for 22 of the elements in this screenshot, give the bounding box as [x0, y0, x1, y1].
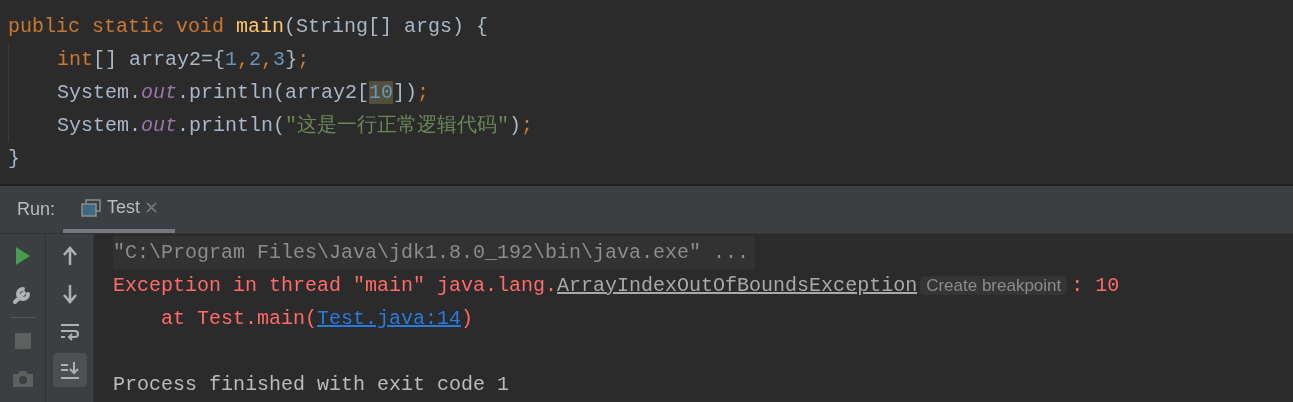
- arrow-up-icon: [61, 246, 78, 266]
- console-line: at Test.main(Test.java:14): [161, 306, 474, 332]
- scroll-to-end-icon: [59, 360, 80, 380]
- code-line: public static void main(String[] args) {: [7, 14, 489, 40]
- stop-icon: [14, 333, 31, 349]
- code-line: int[] array2={1,2,3};: [57, 47, 310, 73]
- soft-wrap-icon: [59, 322, 80, 342]
- code-line: }: [7, 146, 20, 172]
- console-icon: [81, 198, 101, 217]
- create-breakpoint-hint[interactable]: Create breakpoint: [920, 276, 1068, 295]
- arrow-down-icon: [61, 284, 78, 304]
- class-link[interactable]: ArrayIndexOutOfBoundsException: [557, 274, 918, 297]
- camera-icon: [11, 370, 34, 388]
- run-icon: [13, 246, 32, 266]
- run-label: Run:: [16, 199, 57, 220]
- close-icon[interactable]: [146, 202, 157, 213]
- code-line: System.out.println("这是一行正常逻辑代码");: [57, 113, 534, 139]
- code-line: System.out.println(array2[10]);: [57, 80, 430, 106]
- console-line: Exception in thread "main" java.lang.ArrayIndexOutOfBoundsException Create breakpoint : 10: [113, 273, 1120, 299]
- scroll-end-button[interactable]: [52, 353, 87, 387]
- source-link[interactable]: Test.java:14: [317, 307, 462, 330]
- console-line: Process finished with exit code 1: [113, 372, 510, 398]
